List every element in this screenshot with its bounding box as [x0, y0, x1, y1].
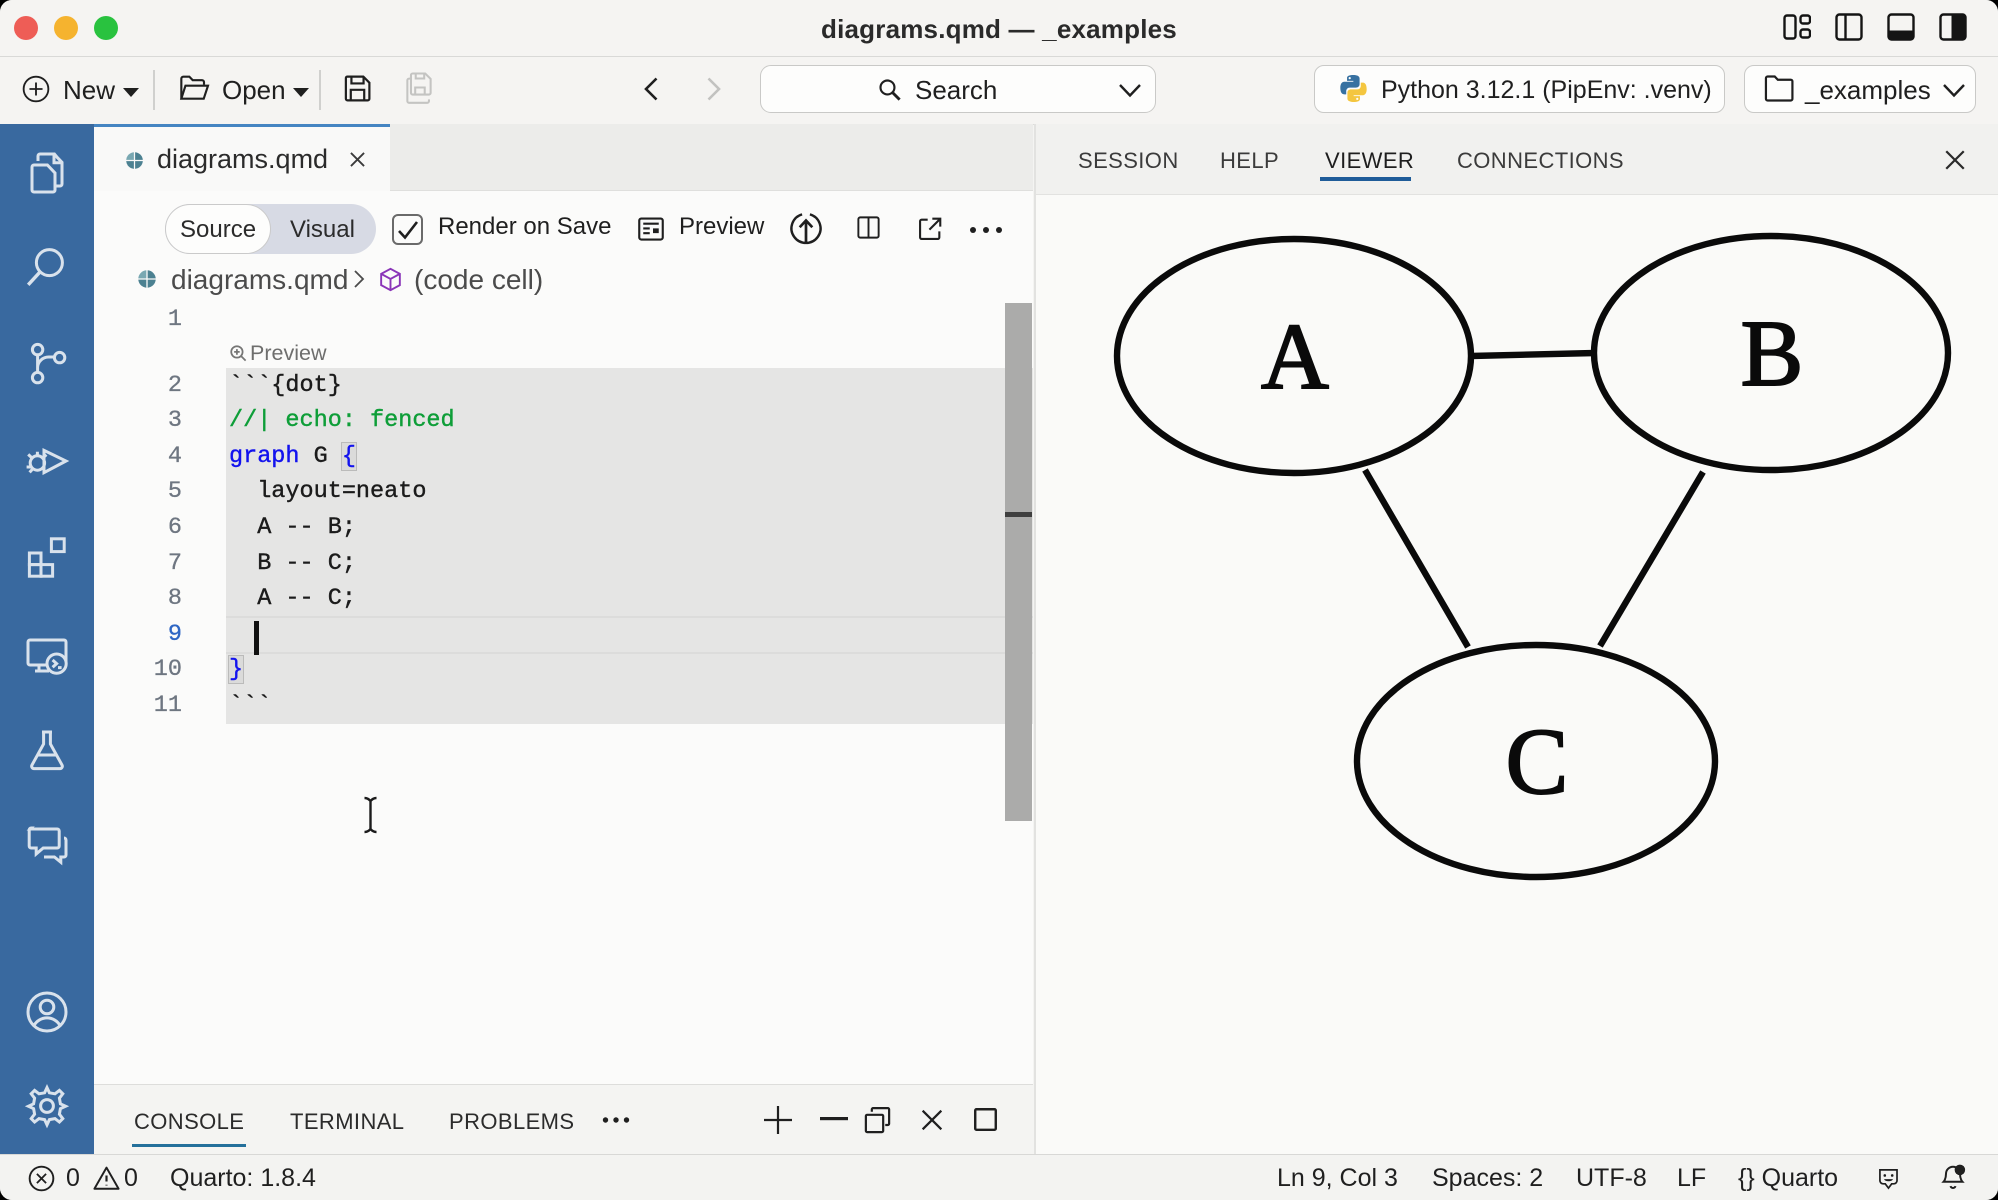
svg-text:C: C: [1506, 710, 1569, 814]
svg-text:B: B: [1741, 302, 1804, 406]
svg-text:A: A: [1261, 305, 1329, 409]
